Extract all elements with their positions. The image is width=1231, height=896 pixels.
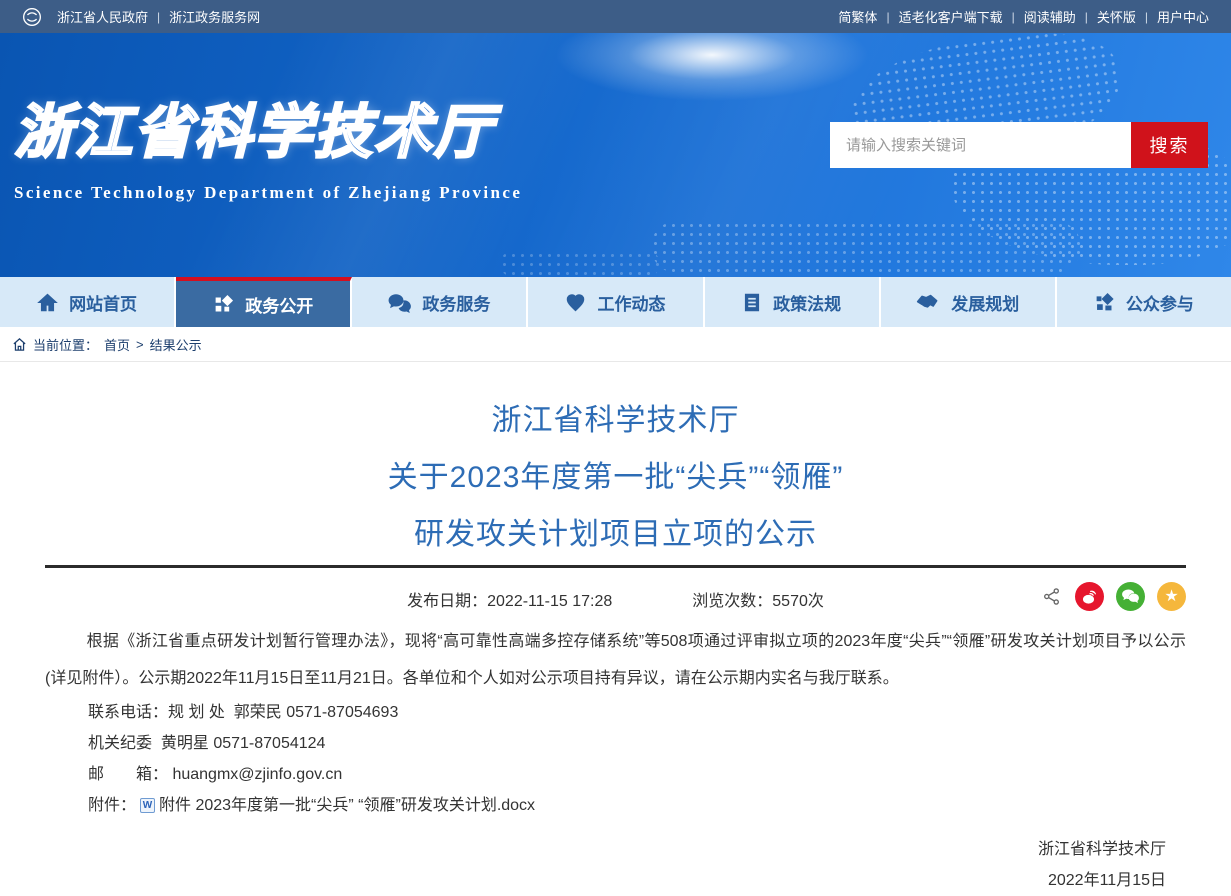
article-paragraph: 根据《浙江省重点研发计划暂行管理办法》，现将“高可靠性高端多控存储系统”等508… [45,623,1186,697]
article-meta: 发布日期：2022-11-15 17:28 浏览次数：5570次 [45,582,1186,614]
breadcrumb: 当前位置： 首页 > 结果公示 [0,327,1231,362]
nav-item-gov-services[interactable]: 政务服务 [352,277,528,327]
main-nav: 网站首页 政务公开 政务服务 工作动态 [0,277,1231,327]
link-simplified-traditional[interactable]: 简繁体 [838,7,877,26]
article-title-line: 研发攻关计划项目立项的公示 [45,506,1186,563]
nav-item-open-government[interactable]: 政务公开 [176,277,352,327]
word-document-icon: W [140,798,155,813]
service-chat-icon [388,292,411,313]
nav-item-work-news[interactable]: 工作动态 [528,277,704,327]
title-divider [45,565,1186,568]
link-gov-service-site[interactable]: 浙江政务服务网 [169,7,260,26]
article: 浙江省科学技术厅 关于2023年度第一批“尖兵”“领雁” 研发攻关计划项目立项的… [0,392,1231,896]
divider [886,9,889,24]
view-count-value: 5570次 [772,593,824,610]
attachment-line: 附件： W 附件 2023年度第一批“尖兵” “领雁”研发攻关计划.docx [45,790,1186,821]
breadcrumb-prefix: 当前位置： [33,335,98,354]
top-utility-bar: 浙江省人民政府 浙江政务服务网 简繁体 适老化客户端下载 阅读辅助 关怀版 用户… [0,0,1231,33]
star-icon: ★ [1164,589,1178,605]
nav-item-label: 工作动态 [597,290,665,315]
article-signature: 浙江省科学技术厅 2022年11月15日 [45,835,1186,896]
site-title-calligraphy: 浙江省科学技术厅 [14,85,522,169]
attachment-label: 附件： [88,790,136,821]
nav-item-label: 政策法规 [773,290,841,315]
contact-phone-line: 联系电话：规 划 处 郭荣民 0571-87054693 [45,697,1186,728]
divider [157,9,160,24]
topbar-right: 简繁体 适老化客户端下载 阅读辅助 关怀版 用户中心 [838,7,1209,26]
search-input[interactable] [830,122,1131,168]
nav-item-label: 政务服务 [422,290,490,315]
attachment-link[interactable]: 附件 2023年度第一批“尖兵” “领雁”研发攻关计划.docx [159,790,535,821]
zhejiang-gov-logo-icon [22,7,42,27]
site-banner: 浙江省科学技术厅 Science Technology Department o… [0,33,1231,277]
search-button[interactable]: 搜索 [1131,122,1208,168]
link-care-version[interactable]: 关怀版 [1097,7,1136,26]
breadcrumb-separator: > [136,337,144,352]
publish-date-label: 发布日期： [407,593,487,610]
publish-date: 发布日期：2022-11-15 17:28 [407,587,612,611]
link-user-center[interactable]: 用户中心 [1157,7,1209,26]
home-icon [37,292,58,313]
divider [1012,9,1015,24]
search-bar: 搜索 [830,122,1208,168]
publish-date-value: 2022-11-15 17:28 [487,593,612,610]
dot-world-map-decoration [500,251,660,277]
view-count: 浏览次数：5570次 [692,587,824,611]
signature-date: 2022年11月15日 [45,866,1166,896]
share-weibo-button[interactable] [1075,582,1104,611]
nav-item-policies[interactable]: 政策法规 [705,277,881,327]
document-icon [742,292,762,313]
share-wechat-button[interactable] [1116,582,1145,611]
divider [1145,9,1148,24]
article-title: 浙江省科学技术厅 关于2023年度第一批“尖兵”“领雁” 研发攻关计划项目立项的… [45,392,1186,563]
site-title-english: Science Technology Department of Zhejian… [14,183,522,203]
share-qzone-button[interactable]: ★ [1157,582,1186,611]
nav-item-label: 公众参与 [1126,290,1194,315]
open-gov-icon [213,294,234,315]
breadcrumb-home-icon [12,337,27,352]
handshake-icon [916,292,940,313]
view-count-label: 浏览次数： [692,593,772,610]
heart-icon [565,292,586,313]
site-brand: 浙江省科学技术厅 Science Technology Department o… [14,85,522,203]
discipline-committee-line: 机关纪委 黄明星 0571-87054124 [45,728,1186,759]
article-title-line: 关于2023年度第一批“尖兵”“领雁” [45,449,1186,506]
signature-department: 浙江省科学技术厅 [45,835,1166,865]
light-flare-decoration [542,33,882,105]
nav-item-label: 发展规划 [951,290,1019,315]
topbar-left: 浙江省人民政府 浙江政务服务网 [22,7,260,27]
breadcrumb-link-home[interactable]: 首页 [104,335,130,354]
share-icon[interactable] [1042,587,1061,606]
email-line: 邮 箱： huangmx@zjinfo.gov.cn [45,759,1186,790]
share-toolbar: ★ [1042,582,1186,611]
breadcrumb-current: 结果公示 [150,335,202,354]
dot-world-map-decoration [651,221,1081,273]
nav-item-label: 政务公开 [245,292,313,317]
nav-item-development-planning[interactable]: 发展规划 [881,277,1057,327]
participation-icon [1094,292,1115,313]
nav-item-public-participation[interactable]: 公众参与 [1057,277,1231,327]
link-reading-assist[interactable]: 阅读辅助 [1024,7,1076,26]
nav-item-home[interactable]: 网站首页 [0,277,176,327]
divider [1085,9,1088,24]
nav-item-label: 网站首页 [69,290,137,315]
article-title-line: 浙江省科学技术厅 [45,392,1186,449]
link-provincial-government[interactable]: 浙江省人民政府 [57,7,148,26]
link-accessibility-client-download[interactable]: 适老化客户端下载 [899,7,1003,26]
